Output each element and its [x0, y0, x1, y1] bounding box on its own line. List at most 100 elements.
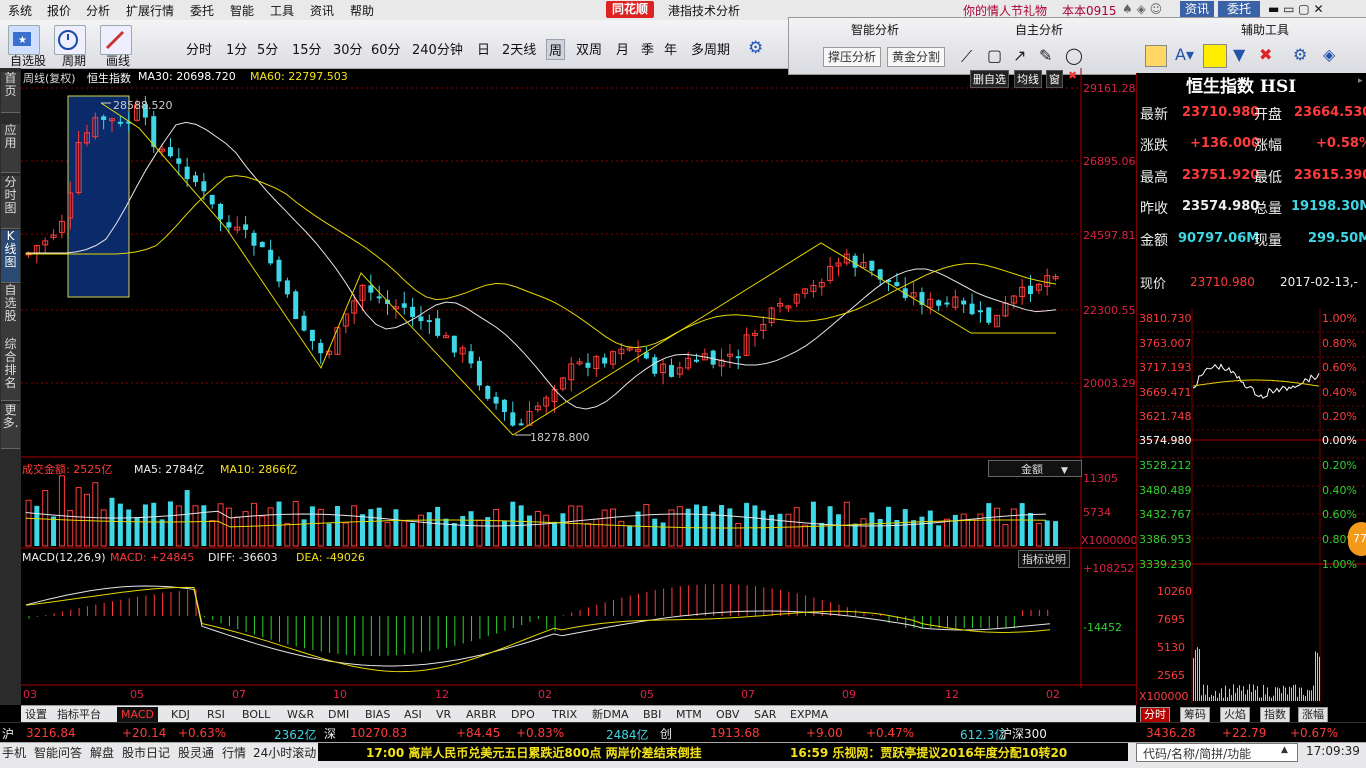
news-button[interactable]: 资讯 — [1180, 1, 1214, 18]
indicator-explain-button[interactable]: 指标说明 — [1018, 550, 1070, 568]
menu-quote[interactable]: 报价 — [47, 2, 71, 19]
tab-rsi[interactable]: RSI — [207, 707, 225, 722]
trade-button[interactable]: 委托 — [1218, 1, 1260, 18]
period-30min[interactable]: 30分 — [333, 39, 363, 58]
support-resistance-button[interactable]: 撑压分析 — [823, 47, 882, 67]
tab-boll[interactable]: BOLL — [242, 707, 270, 722]
period-60min[interactable]: 60分 — [371, 39, 401, 58]
menu-analysis[interactable]: 分析 — [86, 2, 110, 19]
mini-tab-flame[interactable]: 火焰 — [1220, 707, 1250, 723]
tab-asi[interactable]: ASI — [404, 707, 422, 722]
ma-button[interactable]: 均线 — [1014, 70, 1042, 88]
more-icon[interactable]: ◈ — [1323, 45, 1335, 64]
menu-news[interactable]: 资讯 — [310, 2, 334, 19]
tab-new-dma[interactable]: 新DMA — [592, 707, 629, 722]
status-market[interactable]: 行情 — [222, 744, 246, 761]
period-icon[interactable] — [54, 25, 86, 55]
volume-type-select[interactable]: 金额 ▼ — [988, 460, 1082, 477]
period-240min[interactable]: 240分钟 — [412, 39, 463, 58]
self-analysis-title[interactable]: 自主分析 — [1015, 21, 1063, 38]
status-24h[interactable]: 24小时滚动 — [253, 744, 316, 761]
side-tab-kline[interactable]: K线图 — [1, 230, 20, 283]
tab-expma[interactable]: EXPMA — [790, 707, 828, 722]
status-qa[interactable]: 智能问答 — [34, 744, 82, 761]
tab-kdj[interactable]: KDJ — [171, 707, 190, 722]
cursor-tool-icon[interactable] — [1145, 45, 1167, 67]
period-tick[interactable]: 分时 — [186, 39, 212, 58]
tab-macd[interactable]: MACD — [117, 707, 158, 722]
side-tab-more[interactable]: 更多. — [1, 404, 20, 449]
period-1min[interactable]: 1分 — [226, 39, 247, 58]
side-tab-apps[interactable]: 应用 — [1, 124, 20, 173]
period-quarter[interactable]: 季 — [641, 39, 654, 58]
parallel-tool-icon[interactable]: ✎ — [1039, 46, 1052, 65]
period-month[interactable]: 月 — [616, 39, 629, 58]
side-tab-timeshare[interactable]: 分时图 — [1, 176, 20, 229]
floating-badge[interactable]: 77 — [1348, 522, 1366, 556]
mini-tab-index[interactable]: 指数 — [1260, 707, 1290, 723]
window-controls[interactable]: ▬ ▭ ▢ ✕ — [1268, 2, 1324, 16]
delete-icon[interactable]: ✖ — [1259, 45, 1272, 64]
mini-tab-timeshare[interactable]: 分时 — [1140, 707, 1170, 723]
tab-bias[interactable]: BIAS — [365, 707, 390, 722]
gear-icon[interactable]: ⚙ — [748, 38, 763, 58]
watchlist-icon[interactable]: ★ — [8, 25, 40, 55]
aux-tools-title[interactable]: 辅助工具 — [1241, 21, 1289, 38]
period-5min[interactable]: 5分 — [257, 39, 278, 58]
mini-tab-chips[interactable]: 筹码 — [1180, 707, 1210, 723]
side-tab-watchlist[interactable]: 自选股 — [1, 284, 20, 345]
settings-icon[interactable]: ⚙ — [1293, 45, 1307, 64]
tab-settings[interactable]: 设置 — [25, 707, 47, 722]
rect-tool-icon[interactable]: ▢ — [987, 46, 1002, 65]
tab-vr[interactable]: VR — [436, 707, 451, 722]
period-multi[interactable]: 多周期 — [691, 39, 730, 58]
close-chart-icon[interactable]: ✖ — [1068, 69, 1077, 82]
tab-dmi[interactable]: DMI — [328, 707, 349, 722]
bookmark-icon[interactable]: ▼ — [1233, 45, 1245, 64]
period-year[interactable]: 年 — [664, 39, 677, 58]
status-diary[interactable]: 股市日记 — [122, 744, 170, 761]
search-input[interactable]: 代码/名称/简拼/功能 ▲ — [1136, 743, 1298, 762]
period-15min[interactable]: 15分 — [292, 39, 322, 58]
tab-dpo[interactable]: DPO — [511, 707, 535, 722]
menu-tools[interactable]: 工具 — [270, 2, 294, 19]
golden-section-button[interactable]: 黄金分割 — [887, 47, 946, 67]
news-scroller[interactable]: 17:00 离岸人民币兑美元五日累跌近800点 两岸价差结束倒挂 16:59 乐… — [318, 743, 1128, 761]
status-mobile[interactable]: 手机 — [2, 744, 26, 761]
tab-indicator-platform[interactable]: 指标平台 — [57, 707, 101, 722]
period-week[interactable]: 周 — [546, 39, 566, 60]
menu-system[interactable]: 系统 — [8, 2, 32, 19]
tab-obv[interactable]: OBV — [716, 707, 739, 722]
user-icons[interactable]: ♠ ◈ ☺ — [1122, 2, 1162, 16]
side-tab-home[interactable]: 首页 — [1, 72, 20, 113]
remove-watch-button[interactable]: 删自选 — [970, 70, 1009, 88]
menu-smart[interactable]: 智能 — [230, 2, 254, 19]
status-jiepan[interactable]: 解盘 — [90, 744, 114, 761]
period-day[interactable]: 日 — [477, 39, 490, 58]
mini-tab-rise[interactable]: 涨幅 — [1298, 707, 1328, 723]
status-gulingtong[interactable]: 股灵通 — [178, 744, 214, 761]
panel-collapse-icon[interactable]: ▸ — [1358, 76, 1363, 86]
news-item[interactable]: 17:00 离岸人民币兑美元五日累跌近800点 两岸价差结束倒挂 — [366, 744, 702, 761]
smart-analysis-title[interactable]: 智能分析 — [851, 21, 899, 38]
draw-line-icon[interactable] — [100, 25, 132, 55]
color-picker-icon[interactable] — [1203, 44, 1227, 68]
text-tool-icon[interactable]: A▾ — [1175, 45, 1194, 64]
tab-arbr[interactable]: ARBR — [466, 707, 496, 722]
tab-bbi[interactable]: BBI — [643, 707, 661, 722]
chevron-up-icon[interactable]: ▲ — [1281, 745, 1288, 755]
menu-help[interactable]: 帮助 — [350, 2, 374, 19]
period-2day[interactable]: 2天线 — [502, 39, 536, 58]
menu-ext-quote[interactable]: 扩展行情 — [126, 2, 174, 19]
tab-mtm[interactable]: MTM — [676, 707, 702, 722]
menu-trade[interactable]: 委托 — [190, 2, 214, 19]
tab-wr[interactable]: W&R — [287, 707, 314, 722]
side-tab-ranking[interactable]: 综合排名 — [1, 338, 20, 401]
kline-chart-area[interactable] — [21, 68, 1136, 705]
tab-trix[interactable]: TRIX — [552, 707, 577, 722]
arrow-tool-icon[interactable]: ↗ — [1013, 46, 1026, 65]
line-tool-icon[interactable]: ⟋ — [961, 47, 972, 67]
period-2week[interactable]: 双周 — [576, 39, 602, 58]
circle-tool-icon[interactable]: ◯ — [1065, 46, 1083, 65]
news-item[interactable]: 16:59 乐视网：贾跃亭提议2016年度分配10转20 — [790, 744, 1067, 761]
